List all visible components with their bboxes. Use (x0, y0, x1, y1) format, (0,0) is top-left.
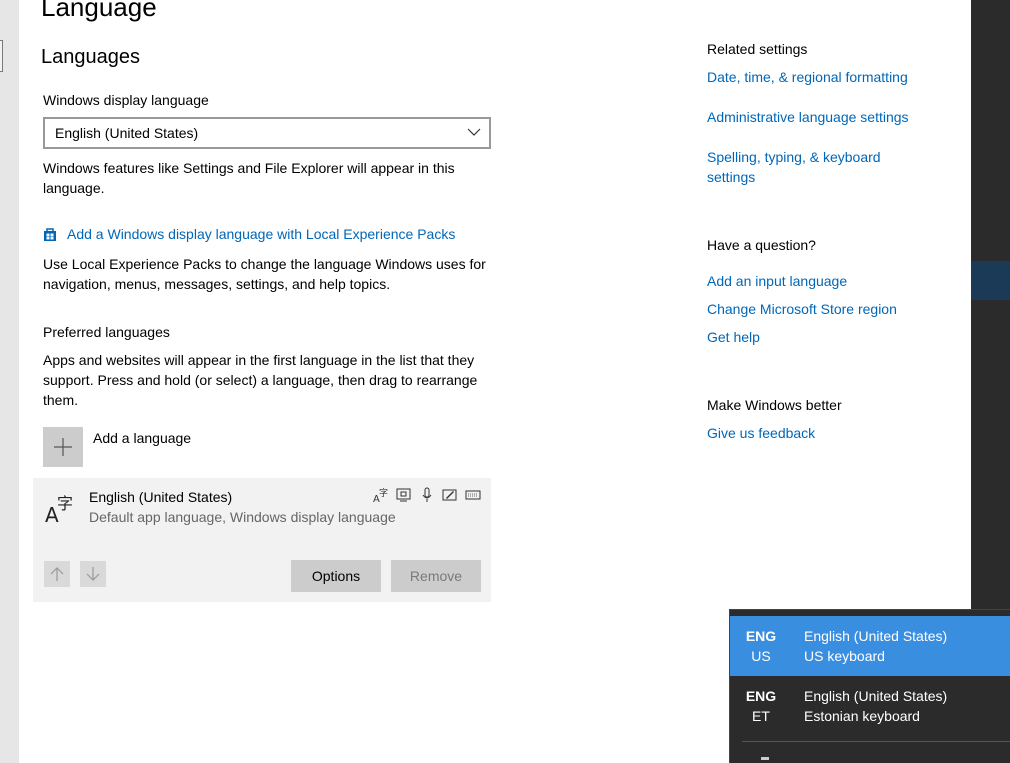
move-down-button[interactable] (80, 561, 106, 587)
input-method-code-region: US (751, 648, 771, 664)
get-help-link[interactable]: Get help (707, 327, 937, 347)
svg-text:字: 字 (57, 494, 73, 513)
input-method-code-region: ET (752, 708, 770, 724)
language-glyph-icon: A 字 (45, 494, 73, 524)
related-settings-heading: Related settings (707, 41, 808, 57)
add-language-button[interactable]: Add a language (43, 427, 191, 467)
local-experience-link[interactable]: Add a Windows display language with Loca… (43, 226, 455, 242)
add-icon-box (43, 427, 83, 467)
display-language-feature-icon: A 字 (373, 487, 388, 503)
date-time-regional-link[interactable]: Date, time, & regional formatting (707, 67, 937, 87)
language-subtitle: Default app language, Windows display la… (89, 509, 396, 525)
preferred-languages-description: Apps and websites will appear in the fir… (43, 352, 478, 408)
input-method-keyboard: Estonian keyboard (804, 708, 920, 724)
input-method-keyboard: US keyboard (804, 648, 885, 664)
display-language-dropdown[interactable]: English (United States) (43, 117, 491, 149)
spelling-typing-keyboard-link[interactable]: Spelling, typing, & keyboard settings (707, 147, 907, 187)
store-bag-icon (44, 228, 56, 241)
background-selected-item (971, 261, 1010, 300)
language-item[interactable]: A 字 English (United States) Default app … (33, 478, 491, 602)
move-up-button[interactable] (44, 561, 70, 587)
input-method-code: ENG US (744, 626, 778, 666)
add-input-language-link[interactable]: Add an input language (707, 271, 937, 291)
input-method-language: English (United States) (804, 688, 948, 704)
input-method-flyout: ENG US English (United States) US keyboa… (729, 609, 1010, 763)
add-language-label: Add a language (93, 430, 192, 446)
arrow-up-icon (50, 567, 64, 581)
input-method-code: ENG ET (744, 686, 778, 726)
plus-icon (54, 438, 72, 456)
microphone-icon (422, 487, 432, 502)
keyboard-icon (465, 490, 481, 500)
chevron-down-icon (467, 128, 481, 136)
input-method-item-et[interactable]: ENG ET English (United States) Estonian … (730, 676, 1010, 736)
background-window-edge (0, 40, 3, 72)
text-to-speech-feature-icon (396, 488, 411, 502)
display-language-label: Windows display language (43, 92, 209, 108)
input-method-info: English (United States) Estonian keyboar… (804, 686, 947, 726)
input-method-item-us[interactable]: ENG US English (United States) US keyboa… (730, 616, 1010, 676)
input-method-info: English (United States) US keyboard (804, 626, 947, 666)
options-button[interactable]: Options (291, 560, 381, 592)
input-method-code-lang: ENG (745, 688, 777, 704)
input-method-language: English (United States) (804, 628, 948, 644)
section-title: Languages (41, 46, 140, 68)
svg-text:字: 字 (379, 487, 388, 499)
preferred-languages-label: Preferred languages (43, 324, 170, 340)
display-language-description: Windows features like Settings and File … (43, 160, 455, 196)
local-experience-link-text[interactable]: Add a Windows display language with Loca… (67, 226, 455, 242)
make-windows-better-heading: Make Windows better (707, 397, 842, 413)
display-language-value: English (United States) (55, 125, 199, 141)
admin-language-settings-link[interactable]: Administrative language settings (707, 107, 937, 127)
change-store-region-link[interactable]: Change Microsoft Store region (707, 299, 937, 319)
local-experience-description: Use Local Experience Packs to change the… (43, 256, 486, 292)
handwriting-icon (442, 489, 457, 501)
remove-button[interactable]: Remove (391, 560, 481, 592)
page-title: Language (41, 0, 157, 22)
give-feedback-link[interactable]: Give us feedback (707, 423, 937, 443)
background-window-strip (0, 0, 19, 763)
language-name: English (United States) (89, 489, 233, 505)
arrow-down-icon (86, 567, 100, 581)
question-heading: Have a question? (707, 237, 816, 253)
flyout-divider (742, 741, 1010, 742)
settings-icon[interactable] (758, 755, 772, 763)
input-method-code-lang: ENG (745, 628, 777, 644)
